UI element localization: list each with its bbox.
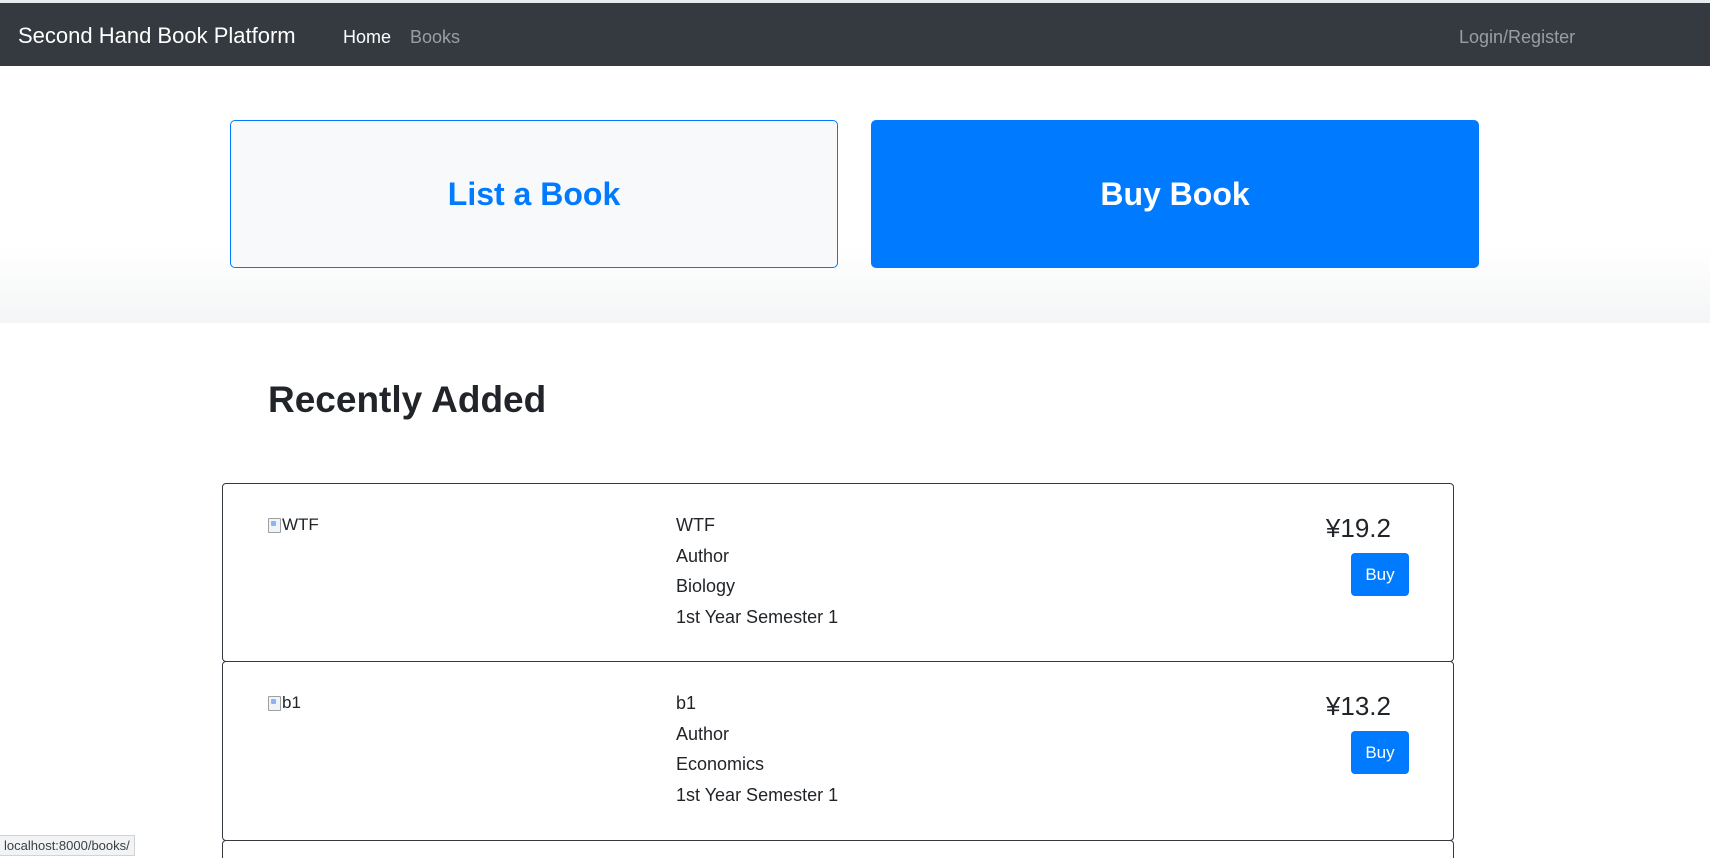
navbar: Second Hand Book Platform Home Books Log… [0,3,1710,66]
broken-image-icon [267,695,281,711]
book-semester: 1st Year Semester 1 [676,784,839,805]
link-status-bar: localhost:8000/books/ [0,835,135,856]
book-card: b1 b1 Author Economics 1st Year Semester… [222,661,1454,841]
book-author: Author [676,545,730,566]
book-image-alt: b1 [282,693,301,712]
nav-home-link[interactable]: Home [343,26,391,48]
list-a-book-button[interactable]: List a Book [230,120,838,268]
buy-button[interactable]: Buy [1351,731,1409,774]
buy-button[interactable]: Buy [1351,553,1409,596]
book-image-broken: WTF [267,515,319,535]
book-image-alt: WTF [282,515,319,534]
book-image-broken: b1 [267,693,301,713]
recently-added-heading: Recently Added [268,379,547,420]
book-semester: 1st Year Semester 1 [676,606,839,627]
broken-image-icon [267,517,281,533]
book-subject: Economics [676,754,765,774]
brand-link[interactable]: Second Hand Book Platform [18,23,296,49]
book-price: ¥19.2 [1325,513,1391,543]
book-title: WTF [676,515,715,535]
book-title: b1 [676,693,697,713]
book-info: WTF Author Biology 1st Year Semester 1 [676,510,838,632]
buy-book-button[interactable]: Buy Book [871,120,1479,268]
book-price: ¥13.2 [1325,691,1391,721]
book-subject: Biology [676,576,736,596]
book-card-partial [222,840,1454,858]
nav-books-link[interactable]: Books [410,26,460,48]
book-card: WTF WTF Author Biology 1st Year Semester… [222,483,1454,662]
login-register-link[interactable]: Login/Register [1459,26,1575,48]
book-info: b1 Author Economics 1st Year Semester 1 [676,688,838,810]
book-author: Author [676,723,730,744]
page: Second Hand Book Platform Home Books Log… [0,0,1710,858]
